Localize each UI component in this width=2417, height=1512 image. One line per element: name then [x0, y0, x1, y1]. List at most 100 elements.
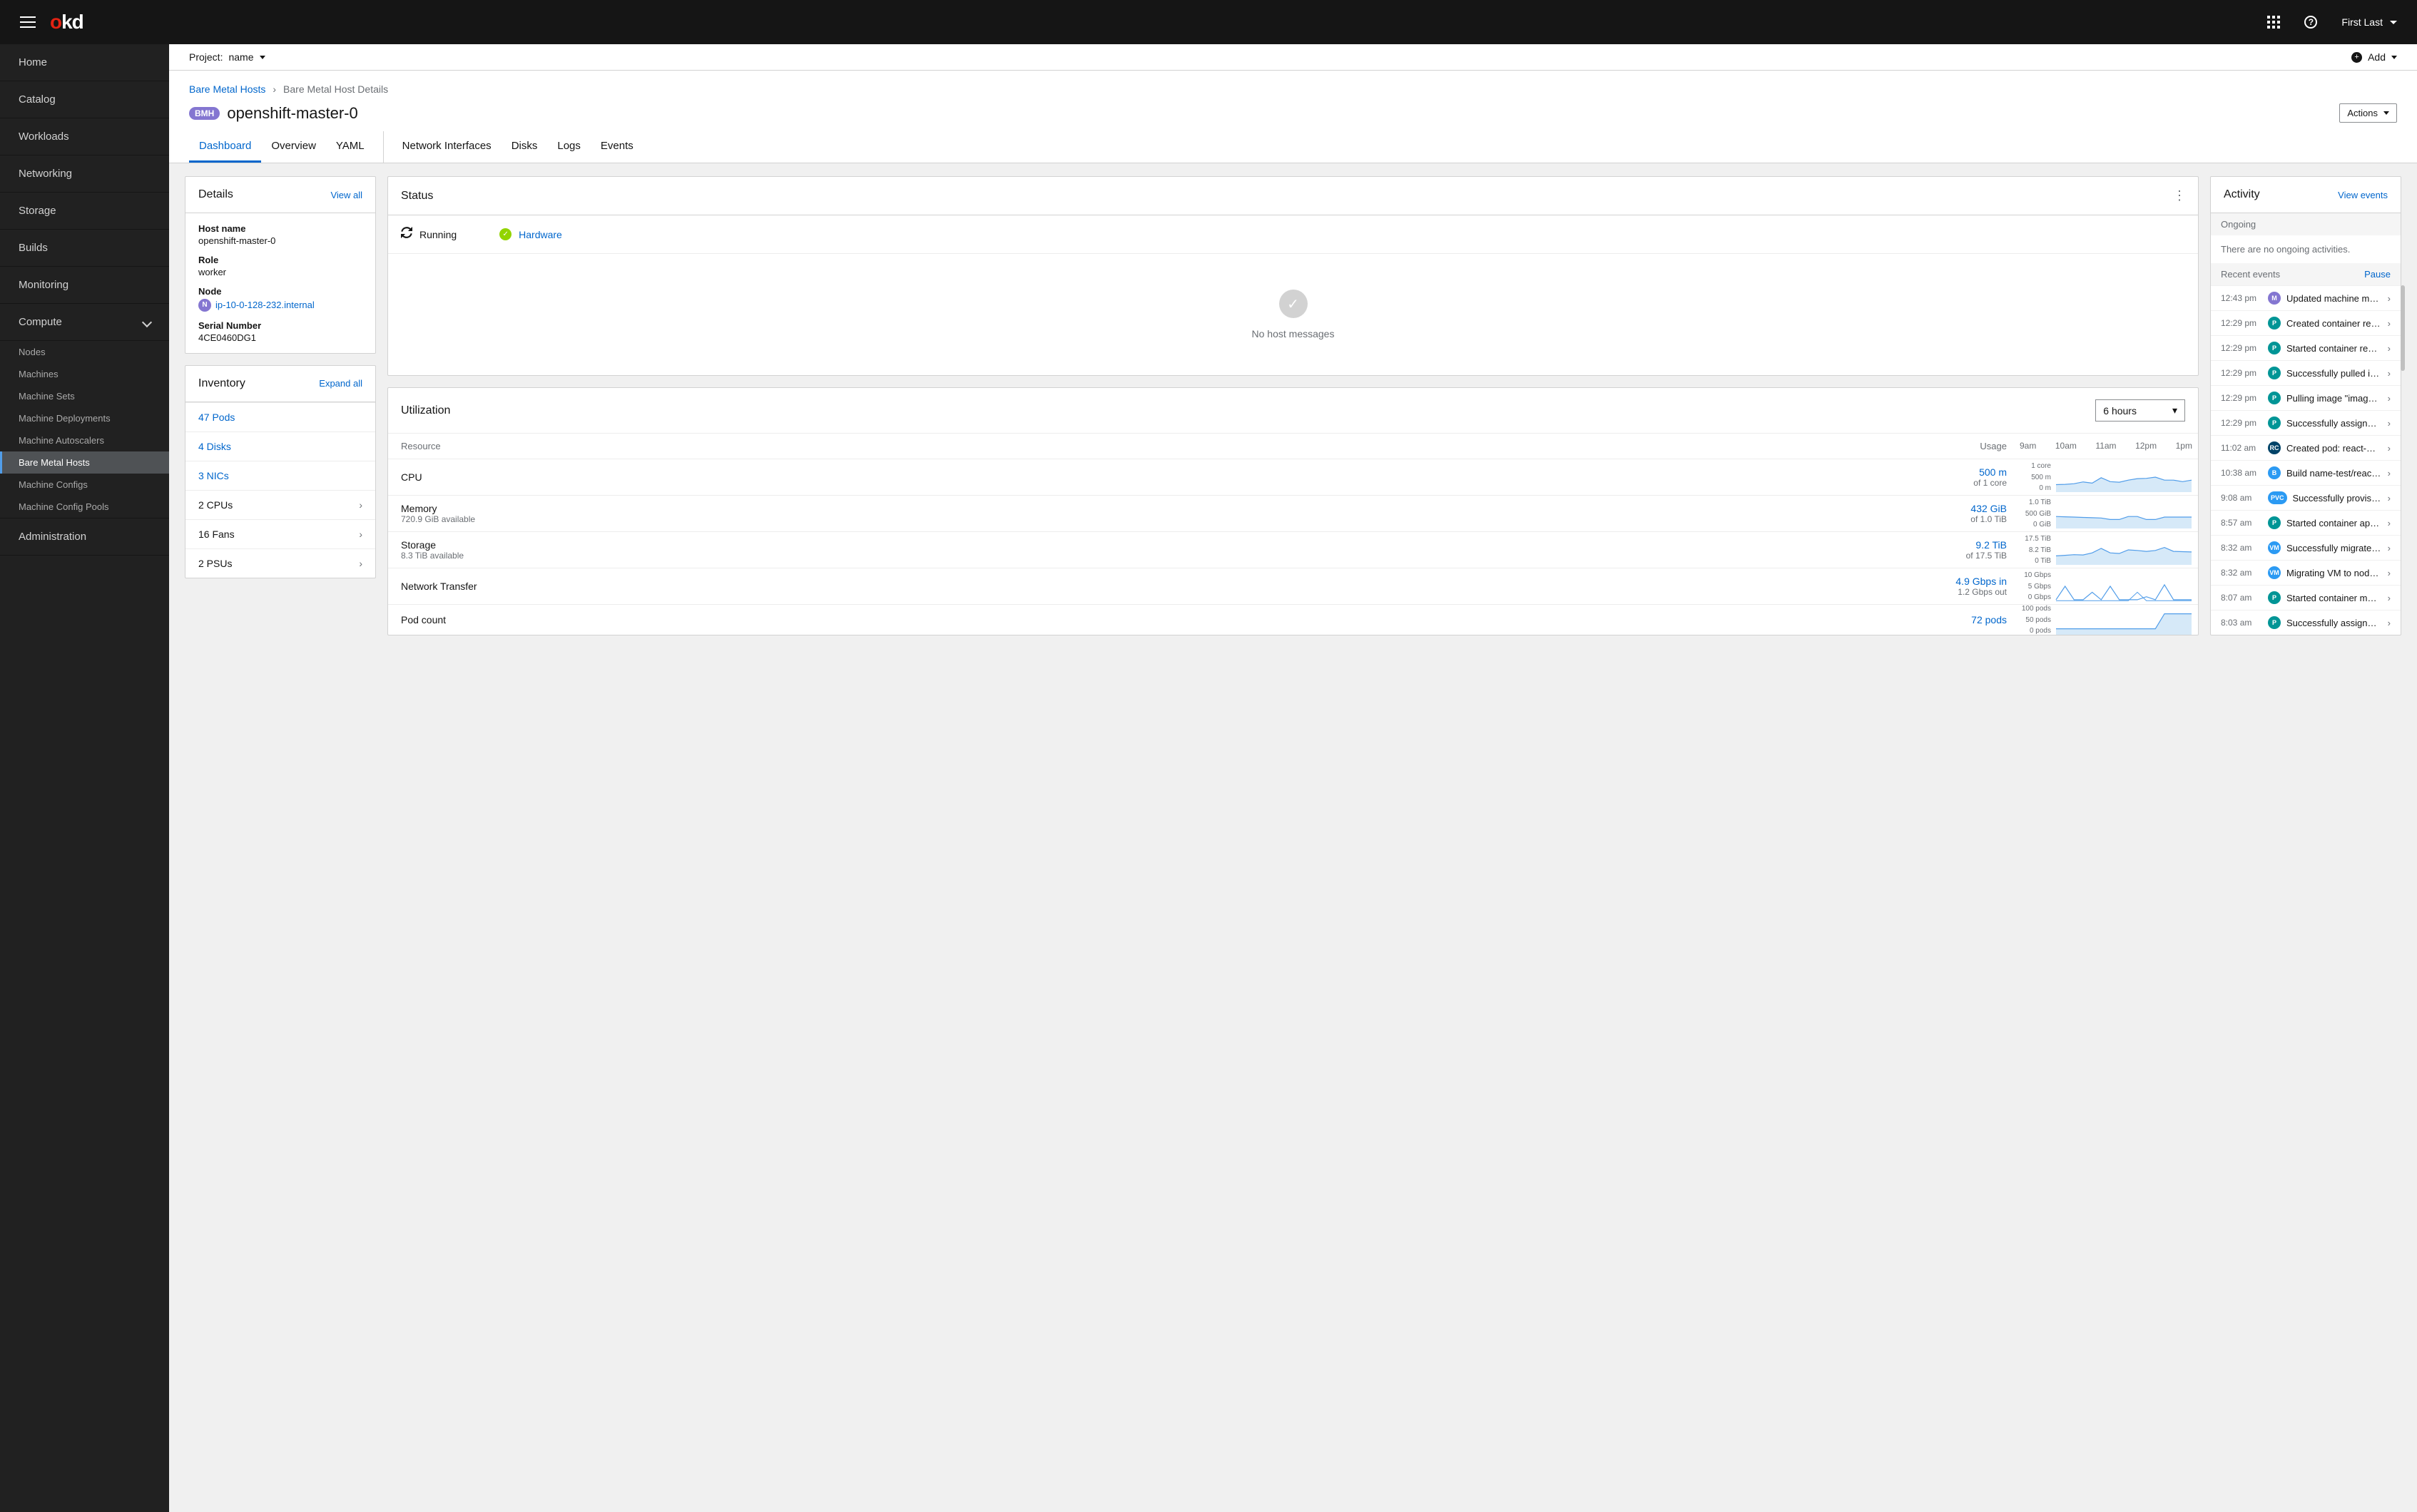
- inventory-row[interactable]: 2 PSUs›: [185, 548, 375, 578]
- activity-pause[interactable]: Pause: [2364, 269, 2391, 280]
- event-badge-icon: VM: [2268, 566, 2281, 579]
- tab-yaml[interactable]: YAML: [326, 131, 375, 163]
- event-text: Created pod: react-web-…: [2286, 443, 2382, 454]
- inventory-row[interactable]: 4 Disks: [185, 431, 375, 461]
- tab-network-interfaces[interactable]: Network Interfaces: [392, 131, 502, 163]
- event-row[interactable]: 12:29 pmPPulling image "image-re…›: [2211, 385, 2401, 410]
- sidebar: HomeCatalogWorkloadsNetworkingStorageBui…: [0, 44, 169, 1512]
- util-xtick: 1pm: [2176, 441, 2192, 451]
- event-text: Pulling image "image-re…: [2286, 393, 2382, 404]
- event-time: 8:03 am: [2221, 618, 2262, 628]
- util-name: CPU: [401, 471, 422, 483]
- page-header: Bare Metal Hosts › Bare Metal Host Detai…: [169, 71, 2417, 131]
- sidebar-item-compute[interactable]: Compute: [0, 304, 169, 341]
- sidebar-item-storage[interactable]: Storage: [0, 193, 169, 230]
- add-label: Add: [2368, 51, 2386, 63]
- user-menu[interactable]: First Last: [2341, 16, 2397, 28]
- util-value[interactable]: 4.9 Gbps in: [1955, 576, 2007, 587]
- util-value[interactable]: 432 GiB: [1970, 503, 2007, 514]
- util-value-sub: of 17.5 TiB: [1966, 551, 2007, 561]
- sidebar-item-workloads[interactable]: Workloads: [0, 118, 169, 155]
- app-launcher-icon[interactable]: [2267, 16, 2280, 29]
- event-text: Started container reacta…: [2286, 343, 2382, 354]
- sidebar-item-builds[interactable]: Builds: [0, 230, 169, 267]
- event-time: 10:38 am: [2221, 468, 2262, 478]
- inventory-row[interactable]: 16 Fans›: [185, 519, 375, 548]
- event-row[interactable]: 12:29 pmPSuccessfully pulled imag…›: [2211, 360, 2401, 385]
- inventory-expand-all[interactable]: Expand all: [319, 378, 362, 389]
- sidebar-sub-machines[interactable]: Machines: [0, 363, 169, 385]
- event-row[interactable]: 8:57 amPStarted container appde…›: [2211, 510, 2401, 535]
- event-row[interactable]: 9:08 amPVCSuccessfully provision…›: [2211, 485, 2401, 510]
- event-row[interactable]: 10:38 amBBuild name-test/react-we…›: [2211, 460, 2401, 485]
- event-row[interactable]: 8:32 amVMSuccessfully migrated V…›: [2211, 535, 2401, 560]
- sidebar-sub-machine-deployments[interactable]: Machine Deployments: [0, 407, 169, 429]
- utilization-card: Utilization 6 hours ▾ Resource Usage 9am…: [387, 387, 2199, 635]
- chevron-right-icon: ›: [2388, 368, 2391, 379]
- activity-ongoing-header: Ongoing: [2211, 213, 2401, 235]
- activity-view-events[interactable]: View events: [2338, 190, 2388, 200]
- add-button[interactable]: + Add: [2351, 51, 2397, 63]
- duration-select[interactable]: 6 hours ▾: [2095, 399, 2185, 422]
- event-row[interactable]: 12:29 pmPSuccessfully assigned ap…›: [2211, 410, 2401, 435]
- sidebar-item-administration[interactable]: Administration: [0, 518, 169, 556]
- event-badge-icon: P: [2268, 392, 2281, 404]
- inventory-row-text: 47 Pods: [198, 412, 235, 423]
- inventory-row[interactable]: 47 Pods: [185, 402, 375, 431]
- breadcrumb-parent[interactable]: Bare Metal Hosts: [189, 83, 265, 95]
- util-yticks: 1 core500 m0 m: [2020, 462, 2051, 492]
- event-row[interactable]: 8:07 amPStarted container manag…›: [2211, 585, 2401, 610]
- node-link[interactable]: N ip-10-0-128-232.internal: [198, 299, 315, 312]
- inventory-row[interactable]: 2 CPUs›: [185, 490, 375, 519]
- util-value[interactable]: 9.2 TiB: [1966, 539, 2007, 551]
- tab-disks[interactable]: Disks: [502, 131, 548, 163]
- tab-logs[interactable]: Logs: [547, 131, 591, 163]
- node-label: Node: [198, 286, 362, 297]
- project-label: Project:: [189, 51, 223, 63]
- util-xtick: 10am: [2055, 441, 2077, 451]
- event-row[interactable]: 11:02 amRCCreated pod: react-web-…›: [2211, 435, 2401, 460]
- help-icon[interactable]: ?: [2304, 16, 2317, 29]
- top-bar: okd ? First Last: [0, 0, 2417, 44]
- kebab-icon[interactable]: ⋮: [2173, 188, 2185, 203]
- event-row[interactable]: 8:03 amPSuccessfully assigned m…›: [2211, 610, 2401, 635]
- node-link-text: ip-10-0-128-232.internal: [215, 300, 315, 310]
- util-value[interactable]: 500 m: [1973, 466, 2007, 478]
- event-badge-icon: P: [2268, 417, 2281, 429]
- tab-events[interactable]: Events: [591, 131, 643, 163]
- sidebar-sub-machine-config-pools[interactable]: Machine Config Pools: [0, 496, 169, 518]
- menu-toggle-icon[interactable]: [20, 16, 36, 28]
- inventory-row[interactable]: 3 NICs: [185, 461, 375, 490]
- details-view-all[interactable]: View all: [330, 190, 362, 200]
- project-selector[interactable]: Project: name: [189, 51, 265, 63]
- sidebar-item-catalog[interactable]: Catalog: [0, 81, 169, 118]
- event-row[interactable]: 8:32 amVMMigrating VM to node ip…›: [2211, 560, 2401, 585]
- event-row[interactable]: 12:29 pmPCreated container reacta…›: [2211, 310, 2401, 335]
- sidebar-sub-machine-autoscalers[interactable]: Machine Autoscalers: [0, 429, 169, 451]
- sync-icon: [401, 227, 412, 242]
- dashboard-left-col: Details View all Host name openshift-mas…: [185, 176, 376, 578]
- sidebar-sub-machine-configs[interactable]: Machine Configs: [0, 474, 169, 496]
- sidebar-sub-nodes[interactable]: Nodes: [0, 341, 169, 363]
- event-row[interactable]: 12:43 pmMUpdated machine mynam…›: [2211, 285, 2401, 310]
- sidebar-item-networking[interactable]: Networking: [0, 155, 169, 193]
- event-row[interactable]: 12:29 pmPStarted container reacta…›: [2211, 335, 2401, 360]
- sidebar-sub-bare-metal-hosts[interactable]: Bare Metal Hosts: [0, 451, 169, 474]
- event-text: Successfully assigned ap…: [2286, 418, 2382, 429]
- event-badge-icon: P: [2268, 342, 2281, 354]
- actions-button[interactable]: Actions: [2339, 103, 2397, 123]
- details-card: Details View all Host name openshift-mas…: [185, 176, 376, 354]
- scrollbar[interactable]: [2401, 285, 2405, 371]
- util-row: Memory720.9 GiB available 432 GiBof 1.0 …: [388, 495, 2198, 531]
- sidebar-item-home[interactable]: Home: [0, 44, 169, 81]
- tab-dashboard[interactable]: Dashboard: [189, 131, 261, 163]
- okd-logo[interactable]: okd: [50, 11, 83, 34]
- util-value[interactable]: 72 pods: [1971, 614, 2007, 625]
- chevron-right-icon: ›: [2388, 393, 2391, 404]
- event-time: 12:29 pm: [2221, 318, 2262, 328]
- tab-overview[interactable]: Overview: [261, 131, 326, 163]
- status-hardware[interactable]: ✓ Hardware: [499, 227, 562, 242]
- event-badge-icon: M: [2268, 292, 2281, 305]
- sidebar-item-monitoring[interactable]: Monitoring: [0, 267, 169, 304]
- sidebar-sub-machine-sets[interactable]: Machine Sets: [0, 385, 169, 407]
